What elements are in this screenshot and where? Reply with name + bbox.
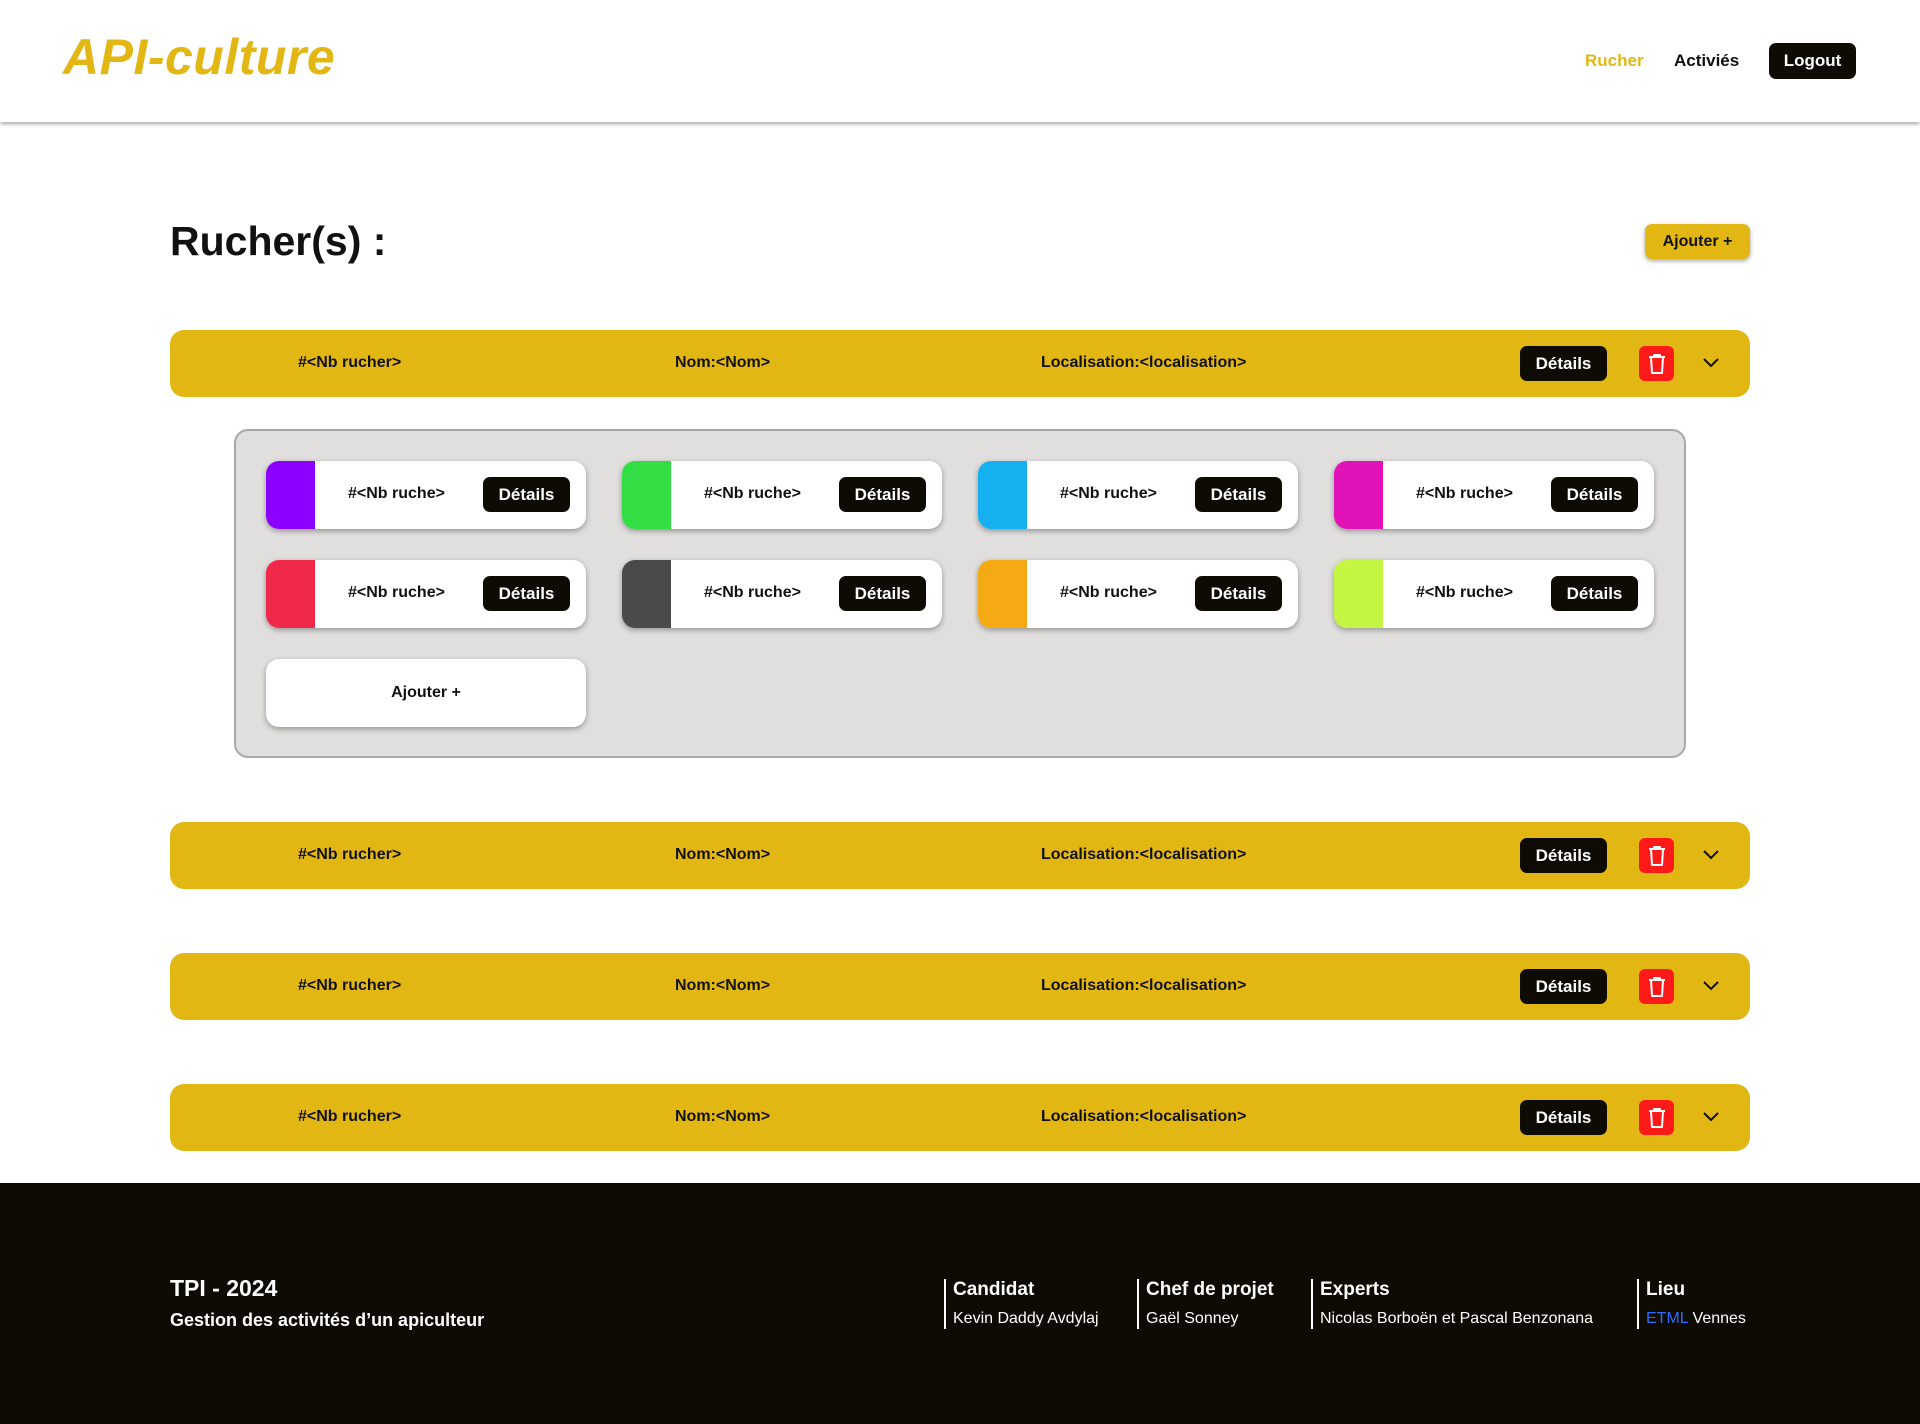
footer-lieu-value: ETML Vennes [1646,1310,1746,1328]
rucher-location: Localisation:<localisation> [1041,977,1247,994]
delete-rucher-button[interactable] [1639,969,1674,1004]
expand-toggle[interactable] [1698,842,1724,868]
nav-link-activites[interactable]: Activiés [1674,51,1739,71]
rucher-row: #<Nb rucher> Nom:<Nom> Localisation:<loc… [170,330,1750,397]
rucher-name: Nom:<Nom> [675,1108,771,1125]
rucher-details-button[interactable]: Détails [1520,969,1607,1004]
app-logo[interactable]: API-culture [63,28,335,86]
ruche-number: #<Nb ruche> [1416,584,1513,601]
footer: TPI - 2024 Gestion des activités d’un ap… [0,1183,1920,1424]
footer-lieu-city: Vennes [1692,1310,1746,1327]
rucher-location: Localisation:<localisation> [1041,1108,1247,1125]
ruche-card: #<Nb ruche> Détails [1334,560,1654,628]
footer-subtitle: Gestion des activités d’un apiculteur [170,1310,485,1330]
ruches-panel: #<Nb ruche> Détails #<Nb ruche> Détails … [234,429,1686,758]
trash-icon [1648,1107,1665,1128]
logout-button[interactable]: Logout [1769,43,1856,79]
rucher-name: Nom:<Nom> [675,354,771,371]
ruche-color-swatch [978,461,1027,529]
ruche-details-button[interactable]: Détails [1551,477,1638,512]
rucher-location: Localisation:<localisation> [1041,846,1247,863]
footer-candidat-heading: Candidat [953,1279,1035,1300]
ruche-details-button[interactable]: Détails [839,576,926,611]
expand-toggle[interactable] [1698,973,1724,999]
ruche-card: #<Nb ruche> Détails [266,461,586,529]
ruche-details-button[interactable]: Détails [483,477,570,512]
footer-experts-value: Nicolas Borboën et Pascal Benzonana [1320,1310,1594,1327]
footer-chef-value: Gaël Sonney [1146,1310,1239,1327]
top-header: API-culture Rucher Activiés Logout [0,0,1920,122]
rucher-details-button[interactable]: Détails [1520,1100,1607,1135]
rucher-row: #<Nb rucher> Nom:<Nom> Localisation:<loc… [170,1084,1750,1151]
add-ruche-button[interactable]: Ajouter + [266,659,586,727]
ruche-card: #<Nb ruche> Détails [266,560,586,628]
ruche-details-button[interactable]: Détails [1195,477,1282,512]
footer-lieu: Lieu ETML Vennes [1637,1279,1746,1329]
ruche-number: #<Nb ruche> [704,584,801,601]
footer-candidat: Candidat Kevin Daddy Avdylaj [944,1279,1099,1329]
ruche-number: #<Nb ruche> [348,584,445,601]
rucher-name: Nom:<Nom> [675,977,771,994]
ruche-number: #<Nb ruche> [1060,584,1157,601]
chevron-down-icon [1703,1112,1719,1122]
rucher-details-button[interactable]: Détails [1520,346,1607,381]
ruche-color-swatch [266,560,315,628]
ruche-color-swatch [1334,560,1383,628]
delete-rucher-button[interactable] [1639,1100,1674,1135]
trash-icon [1648,353,1665,374]
footer-candidat-value: Kevin Daddy Avdylaj [953,1310,1099,1327]
ruche-number: #<Nb ruche> [1416,485,1513,502]
delete-rucher-button[interactable] [1639,838,1674,873]
ruche-card: #<Nb ruche> Détails [978,560,1298,628]
chevron-down-icon [1703,850,1719,860]
ruche-number: #<Nb ruche> [1060,485,1157,502]
expand-toggle[interactable] [1698,1104,1724,1130]
ruche-number: #<Nb ruche> [348,485,445,502]
chevron-down-icon [1703,981,1719,991]
ruche-card: #<Nb ruche> Détails [978,461,1298,529]
ruche-color-swatch [622,560,671,628]
rucher-location: Localisation:<localisation> [1041,354,1247,371]
ruche-number: #<Nb ruche> [704,485,801,502]
trash-icon [1648,845,1665,866]
ruche-card: #<Nb ruche> Détails [622,461,942,529]
rucher-row: #<Nb rucher> Nom:<Nom> Localisation:<loc… [170,822,1750,889]
ruche-card: #<Nb ruche> Détails [622,560,942,628]
rucher-details-button[interactable]: Détails [1520,838,1607,873]
footer-chef: Chef de projet Gaël Sonney [1137,1279,1274,1329]
ruche-details-button[interactable]: Détails [1551,576,1638,611]
nav-link-rucher[interactable]: Rucher [1585,51,1644,71]
ruche-color-swatch [1334,461,1383,529]
etml-link[interactable]: ETML [1646,1310,1688,1327]
collapse-toggle[interactable] [1698,350,1724,376]
ruche-details-button[interactable]: Détails [1195,576,1282,611]
rucher-name: Nom:<Nom> [675,846,771,863]
add-rucher-button[interactable]: Ajouter + [1645,224,1750,259]
footer-title: TPI - 2024 [170,1275,278,1301]
chevron-down-icon [1703,358,1719,368]
rucher-row: #<Nb rucher> Nom:<Nom> Localisation:<loc… [170,953,1750,1020]
rucher-number: #<Nb rucher> [298,846,402,863]
footer-chef-heading: Chef de projet [1146,1279,1274,1300]
ruche-color-swatch [978,560,1027,628]
footer-experts: Experts Nicolas Borboën et Pascal Benzon… [1311,1279,1593,1329]
ruche-details-button[interactable]: Détails [483,576,570,611]
rucher-number: #<Nb rucher> [298,354,402,371]
ruche-color-swatch [622,461,671,529]
trash-icon [1648,976,1665,997]
rucher-number: #<Nb rucher> [298,1108,402,1125]
footer-lieu-heading: Lieu [1646,1279,1686,1300]
rucher-number: #<Nb rucher> [298,977,402,994]
ruche-card: #<Nb ruche> Détails [1334,461,1654,529]
ruche-color-swatch [266,461,315,529]
delete-rucher-button[interactable] [1639,346,1674,381]
page-title: Rucher(s) : [170,218,387,264]
footer-experts-heading: Experts [1320,1279,1390,1300]
ruche-details-button[interactable]: Détails [839,477,926,512]
